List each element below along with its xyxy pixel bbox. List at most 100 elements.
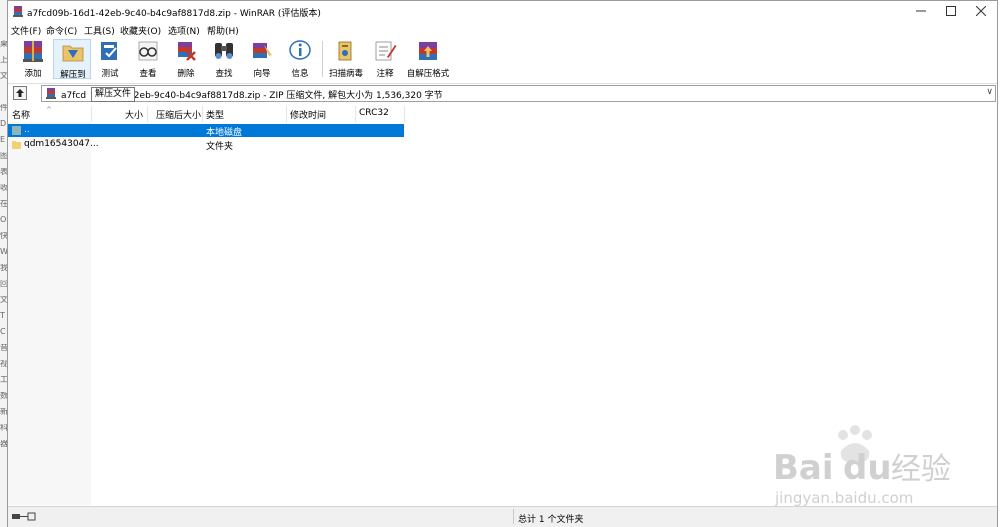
status-bar: 总计 1 个文件夹 xyxy=(8,506,997,527)
minimize-icon xyxy=(916,10,926,12)
path-text-rest: 42eb-9c40-b4c9af8817d8.zip - ZIP 压缩文件, 解… xyxy=(128,91,443,101)
winrar-app-icon xyxy=(13,6,23,17)
column-divider[interactable] xyxy=(355,106,356,122)
wizard-icon xyxy=(253,43,272,58)
bg-char: W xyxy=(0,248,7,256)
bg-char: Or xyxy=(0,216,7,224)
column-crc32[interactable]: CRC32 xyxy=(359,108,389,118)
bg-char: 快 xyxy=(0,232,7,240)
status-divider xyxy=(513,509,514,524)
bg-char: 件 xyxy=(0,104,7,112)
close-button[interactable] xyxy=(966,1,996,23)
toolbar: 添加 解压到 测试 查看 删除 查找 向导 信息 扫描病毒 注释 自解压格式 xyxy=(8,37,997,81)
bg-char: 工 xyxy=(0,376,7,384)
column-divider[interactable] xyxy=(91,106,92,122)
bg-char: 我 xyxy=(0,264,7,272)
bg-char: 上 xyxy=(0,56,7,64)
bg-char: 桌 xyxy=(0,40,7,48)
bg-char: 科 xyxy=(0,424,7,432)
view-glasses-icon xyxy=(138,41,158,61)
column-packed-size[interactable]: 压缩后大小 xyxy=(156,108,201,121)
delete-button[interactable]: 删除 xyxy=(167,39,205,79)
bg-char: 数 xyxy=(0,392,7,400)
column-divider[interactable] xyxy=(404,106,405,122)
add-archive-icon xyxy=(23,41,43,62)
file-row-folder[interactable]: qdm16543047... 文件夹 xyxy=(8,138,404,152)
column-modified[interactable]: 修改时间 xyxy=(290,108,326,121)
status-summary: 总计 1 个文件夹 xyxy=(518,515,584,525)
sort-up-icon: ^ xyxy=(46,106,52,114)
menu-bar: 文件(F) 命令(C) 工具(S) 收藏夹(O) 选项(N) 帮助(H) xyxy=(8,23,997,37)
bg-char: C xyxy=(0,328,6,336)
up-arrow-icon xyxy=(16,89,24,97)
sfx-button[interactable]: 自解压格式 xyxy=(407,39,449,79)
test-icon xyxy=(101,42,117,60)
bg-char: 在 xyxy=(0,200,7,208)
menu-tools[interactable]: 工具(S) xyxy=(84,24,115,37)
find-button[interactable]: 查找 xyxy=(205,39,243,79)
comment-button[interactable]: 注释 xyxy=(366,39,404,79)
bg-char: 视 xyxy=(0,360,7,368)
file-type: 本地磁盘 xyxy=(206,128,243,138)
sfx-archive-icon xyxy=(419,42,437,60)
path-text-start: a7fcd xyxy=(61,91,87,101)
file-name: qdm16543047... xyxy=(24,139,99,149)
path-combobox[interactable]: a7fcd 42eb-9c40-b4c9af8817d8.zip - ZIP 压缩… xyxy=(41,85,996,102)
up-folder-button[interactable] xyxy=(13,86,27,100)
column-size[interactable]: 大小 xyxy=(125,108,143,121)
test-button[interactable]: 测试 xyxy=(91,39,129,79)
chevron-down-icon[interactable]: ∨ xyxy=(986,87,993,97)
add-button[interactable]: 添加 xyxy=(14,39,52,79)
maximize-button[interactable] xyxy=(936,1,966,23)
column-divider[interactable] xyxy=(286,106,287,122)
bg-char: 音 xyxy=(0,344,7,352)
info-button[interactable]: 信息 xyxy=(281,39,319,79)
close-icon xyxy=(975,5,987,17)
maximize-icon xyxy=(946,6,956,16)
watermark-brand2: du xyxy=(843,448,892,488)
bg-char: D xyxy=(0,120,7,128)
column-header-row: 名称 ^ 大小 压缩后大小 类型 修改时间 CRC32 xyxy=(8,106,997,122)
bg-char: 图 xyxy=(0,152,7,160)
bg-char: 器 xyxy=(0,440,7,448)
column-divider[interactable] xyxy=(147,106,148,122)
delete-icon xyxy=(178,42,196,61)
drive-icon xyxy=(12,126,21,135)
watermark-url: jingyan.baidu.com xyxy=(774,489,913,507)
window-title: a7fcd09b-16d1-42eb-9c40-b4c9af8817d8.zip… xyxy=(27,9,321,19)
find-binoculars-icon xyxy=(215,43,233,59)
bg-char: 文 xyxy=(0,296,7,304)
comment-label: 注释 xyxy=(376,69,394,79)
file-name: .. xyxy=(24,125,30,135)
bg-char: 新 xyxy=(0,408,7,416)
watermark-brand: Bai xyxy=(773,448,834,488)
drive-status-icon[interactable] xyxy=(12,511,36,522)
bg-char: E xyxy=(0,136,6,144)
wizard-button[interactable]: 向导 xyxy=(243,39,281,79)
menu-commands[interactable]: 命令(C) xyxy=(46,24,77,37)
baidu-jingyan-watermark: Bai du 经验 jingyan.baidu.com xyxy=(773,425,951,507)
title-bar[interactable]: a7fcd09b-16d1-42eb-9c40-b4c9af8817d8.zip… xyxy=(8,1,997,23)
extract-tooltip: 解压文件 xyxy=(91,87,136,102)
bg-char: T xyxy=(0,312,5,320)
view-button[interactable]: 查看 xyxy=(129,39,167,79)
column-type[interactable]: 类型 xyxy=(206,108,224,121)
minimize-button[interactable] xyxy=(906,1,936,23)
extract-folder-icon xyxy=(62,45,84,62)
column-name[interactable]: 名称 xyxy=(12,108,30,121)
menu-file[interactable]: 文件(F) xyxy=(11,24,41,37)
name-column-background xyxy=(8,122,91,505)
menu-options[interactable]: 选项(N) xyxy=(168,24,200,37)
info-label: 信息 xyxy=(291,69,309,79)
watermark-brand-cn: 经验 xyxy=(891,452,951,487)
menu-help[interactable]: 帮助(H) xyxy=(207,24,239,37)
bg-char: 文 xyxy=(0,72,7,80)
scan-virus-button[interactable]: 扫描病毒 xyxy=(327,39,365,79)
bg-char: 表 xyxy=(0,168,7,176)
winrar-window: a7fcd09b-16d1-42eb-9c40-b4c9af8817d8.zip… xyxy=(7,0,998,527)
column-divider[interactable] xyxy=(202,106,203,122)
menu-favorites[interactable]: 收藏夹(O) xyxy=(120,24,161,37)
file-row-parent[interactable]: .. 本地磁盘 xyxy=(8,124,404,138)
bg-char: 收 xyxy=(0,184,7,192)
extract-to-button[interactable]: 解压到 xyxy=(53,39,91,80)
